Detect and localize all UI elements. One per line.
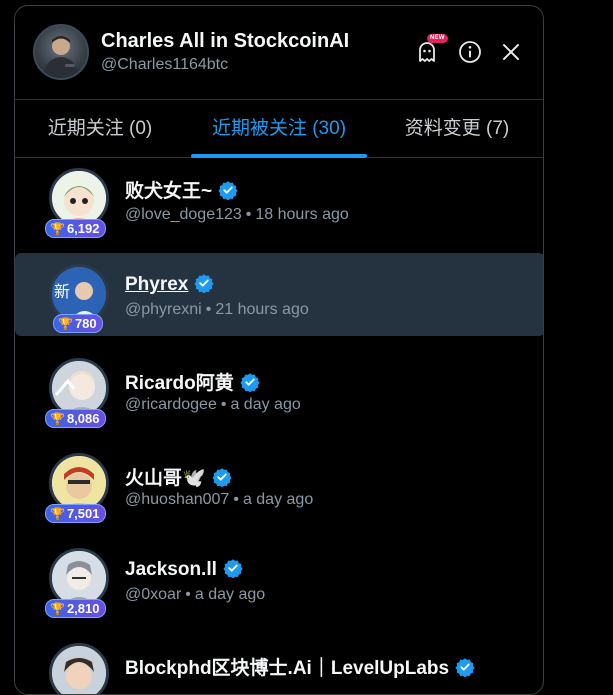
avatar-image	[52, 646, 106, 694]
user-name-text: 火山哥🕊️	[125, 468, 206, 489]
user-name[interactable]: 火山哥🕊️	[125, 463, 232, 490]
follow-time: 18 hours ago	[255, 206, 349, 223]
score-badge: 🏆 780	[53, 314, 103, 333]
verified-icon	[223, 559, 243, 578]
tab-bar: 近期关注 (0) 近期被关注 (30) 资料变更 (7)	[15, 100, 543, 158]
user-name[interactable]: Ricardo阿黄	[125, 368, 260, 395]
info-icon[interactable]	[458, 40, 482, 64]
score-value: 780	[74, 316, 97, 331]
user-avatar[interactable]	[49, 643, 109, 694]
avatar-image	[52, 171, 106, 225]
user-name[interactable]: Jackson.ll	[125, 558, 243, 581]
new-badge: NEW	[427, 34, 448, 43]
user-handle: @0xoar	[125, 586, 182, 603]
panel-header: Charles All in StockcoinAI @Charles1164b…	[15, 6, 543, 100]
profile-handle: @Charles1164btc	[101, 56, 229, 73]
list-item[interactable]: 新 🏆 780 Phyrex @phyrexni • 21 hours ago	[15, 253, 543, 336]
user-name[interactable]: 败犬女王~	[125, 176, 238, 203]
trophy-icon: 🏆	[50, 412, 65, 426]
score-value: 7,501	[66, 506, 100, 521]
avatar-image	[52, 361, 106, 415]
verified-icon	[240, 373, 260, 392]
profile-avatar-image	[43, 36, 79, 78]
profile-name: Charles All in StockcoinAI	[101, 30, 350, 52]
score-badge: 🏆 6,192	[45, 219, 106, 238]
score-value: 8,086	[66, 411, 100, 426]
follow-time: 21 hours ago	[215, 301, 309, 318]
ghost-icon[interactable]	[415, 40, 439, 64]
score-badge: 🏆 8,086	[45, 409, 106, 428]
list-item[interactable]: 🏆 6,192 败犬女王~ @love_doge123 • 18 hours ago	[15, 158, 543, 253]
follow-time: a day ago	[194, 586, 266, 603]
user-name[interactable]: Phyrex	[125, 273, 214, 296]
avatar-image: 新	[52, 267, 106, 321]
svg-text:新: 新	[54, 282, 70, 301]
list-item[interactable]: 🏆 8,086 Ricardo阿黄 @ricardogee • a day ago	[15, 348, 543, 443]
list-item[interactable]: Blockphd区块博士.Ai｜LevelUpLabs	[15, 633, 543, 694]
profile-avatar[interactable]	[33, 24, 89, 80]
user-name-text: Blockphd区块博士.Ai｜LevelUpLabs	[125, 658, 450, 679]
user-name-text: Jackson.ll	[125, 559, 217, 580]
user-meta: @love_doge123 • 18 hours ago	[125, 206, 349, 223]
user-meta: @phyrexni • 21 hours ago	[125, 301, 309, 318]
user-meta: @0xoar • a day ago	[125, 586, 266, 603]
user-name-text: Ricardo阿黄	[125, 373, 234, 394]
score-badge: 🏆 2,810	[45, 599, 106, 618]
user-handle: @ricardogee	[125, 396, 217, 413]
verified-icon	[455, 658, 475, 677]
list-item[interactable]: 🏆 2,810 Jackson.ll @0xoar • a day ago	[15, 538, 543, 633]
score-badge: 🏆 7,501	[45, 504, 106, 523]
follow-time: a day ago	[242, 491, 314, 508]
follow-time: a day ago	[230, 396, 301, 413]
tab-profile-changes[interactable]: 资料变更 (7)	[387, 100, 527, 157]
user-handle: @love_doge123	[125, 206, 242, 223]
close-icon[interactable]	[499, 40, 523, 64]
avatar-image	[52, 551, 106, 605]
verified-icon	[194, 274, 214, 293]
trophy-icon: 🏆	[50, 602, 65, 616]
user-name-text: 败犬女王~	[125, 181, 213, 202]
user-name[interactable]: Blockphd区块博士.Ai｜LevelUpLabs	[125, 653, 475, 680]
verified-icon	[212, 468, 232, 487]
user-meta: @ricardogee • a day ago	[125, 396, 301, 413]
tab-recent-followers[interactable]: 近期被关注 (30)	[191, 100, 367, 158]
score-value: 2,810	[66, 601, 100, 616]
user-name-text: Phyrex	[125, 274, 189, 295]
verified-icon	[218, 181, 238, 200]
user-handle: @huoshan007	[125, 491, 230, 508]
user-handle: @phyrexni	[125, 301, 202, 318]
score-value: 6,192	[66, 221, 100, 236]
trophy-icon: 🏆	[50, 507, 65, 521]
avatar-image	[52, 456, 106, 510]
list-item[interactable]: 🏆 7,501 火山哥🕊️ @huoshan007 • a day ago	[15, 443, 543, 538]
recent-followers-panel: Charles All in StockcoinAI @Charles1164b…	[14, 5, 544, 695]
tab-recent-following[interactable]: 近期关注 (0)	[35, 100, 165, 157]
trophy-icon: 🏆	[58, 317, 73, 331]
trophy-icon: 🏆	[50, 222, 65, 236]
user-meta: @huoshan007 • a day ago	[125, 491, 314, 508]
